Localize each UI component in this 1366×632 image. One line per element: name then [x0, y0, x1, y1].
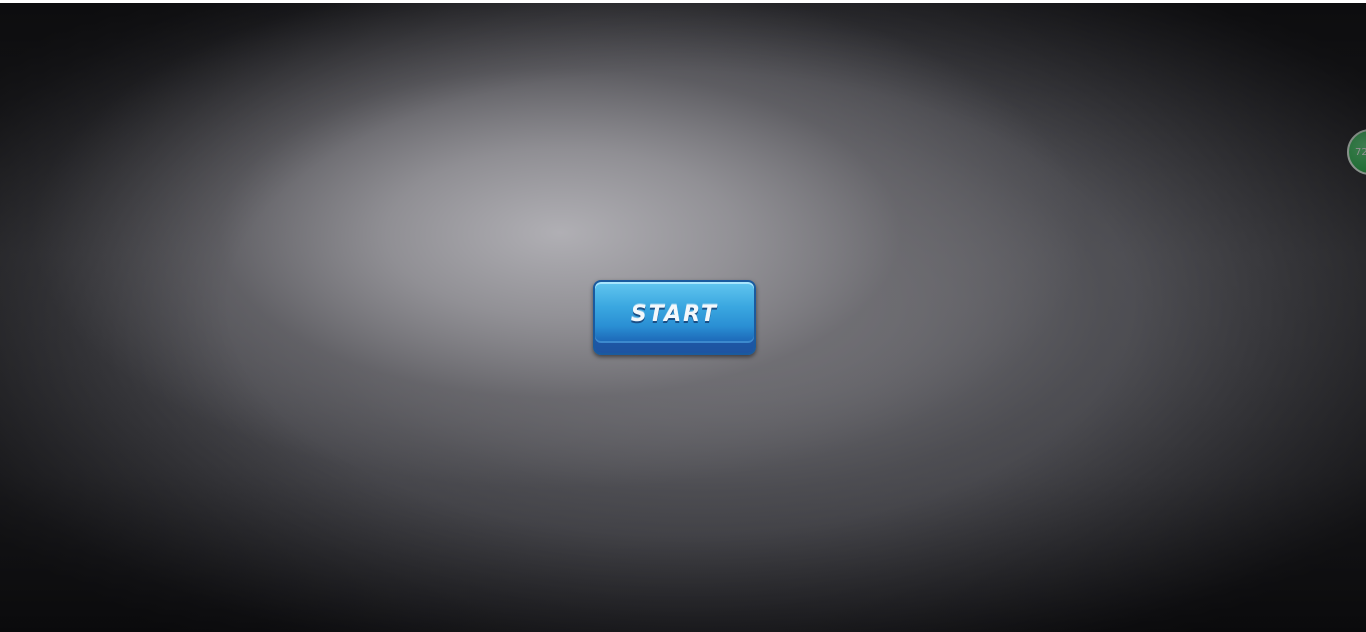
side-badge[interactable]: 72 [1347, 129, 1366, 175]
start-button-label: START [630, 302, 719, 327]
game-stage: START 72 [0, 3, 1366, 632]
start-button[interactable]: START [593, 280, 756, 355]
side-badge-text: 72 [1355, 146, 1366, 158]
